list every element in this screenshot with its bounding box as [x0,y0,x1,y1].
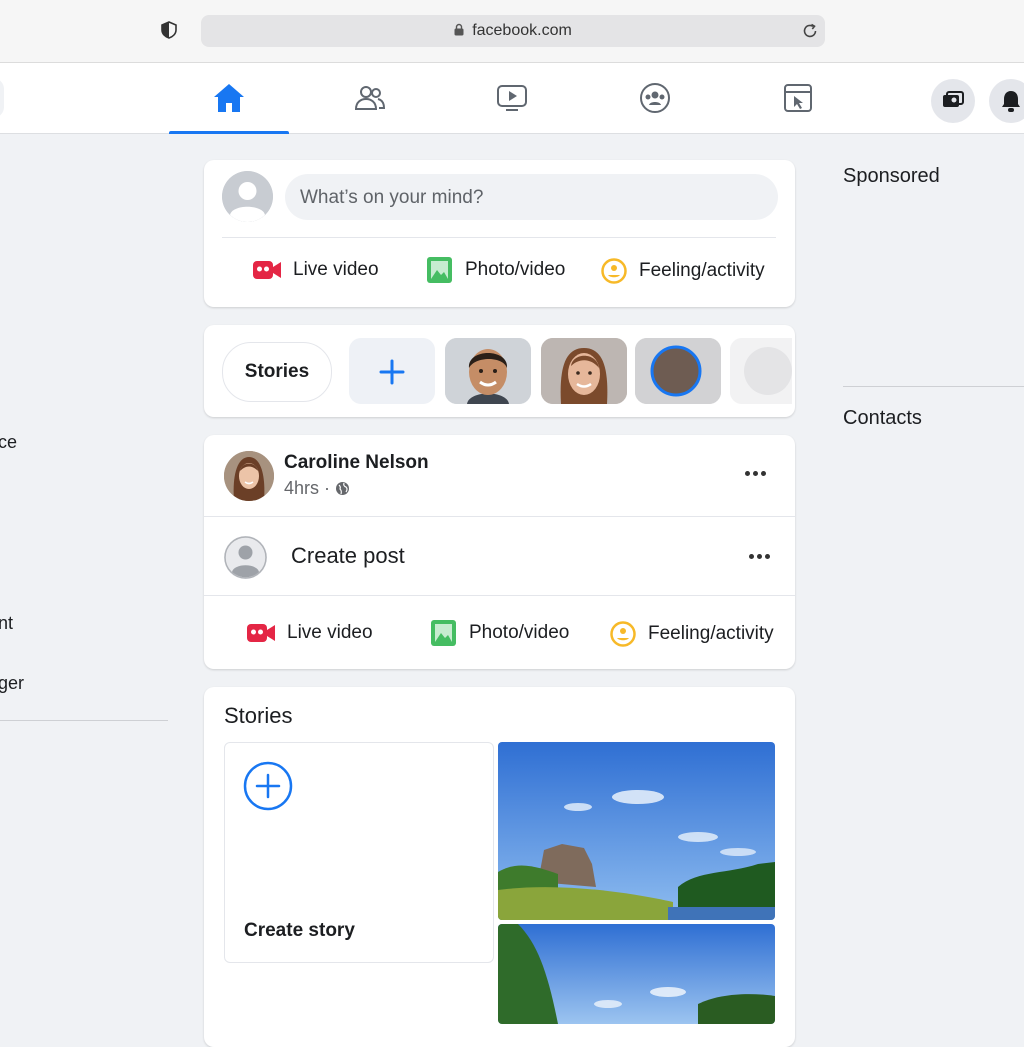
notifications-icon [1002,91,1020,112]
live-video-label: Live video [287,622,373,643]
photo-video-label: Photo/video [469,622,570,643]
post-author-name[interactable]: Caroline Nelson [284,452,429,474]
groups-icon [640,83,670,113]
messenger-button[interactable] [931,79,975,123]
friends-icon [354,86,386,110]
live-video-icon [253,261,281,279]
home-icon [214,84,244,112]
stories-section-title: Stories [224,703,293,728]
composer-input[interactable]: What’s on your mind? [285,174,778,220]
tab-groups[interactable] [595,63,715,133]
feeling-activity-label: Feeling/activity [639,260,765,281]
tab-home[interactable] [169,63,289,134]
url-text: facebook.com [472,22,572,39]
video-icon [497,85,527,111]
story-thumbnail[interactable] [635,338,721,404]
add-story-button[interactable] [349,338,435,404]
sidebar-item-partial[interactable]: ger [0,673,24,694]
story-thumbnail[interactable] [445,338,531,404]
photo-video-label: Photo/video [465,259,566,280]
address-bar[interactable]: facebook.com [201,15,825,47]
right-divider [843,386,1024,387]
lock-icon [454,23,464,36]
search-field-partial[interactable] [0,78,4,118]
gaming-icon [784,84,812,112]
tab-watch[interactable] [452,63,572,133]
stories-button[interactable]: Stories [222,342,332,402]
user-avatar[interactable] [222,171,273,222]
post-live-video-button[interactable]: Live video [247,622,373,644]
story-photo[interactable] [498,742,775,920]
composer-placeholder: What’s on your mind? [300,187,484,208]
globe-icon [336,482,350,495]
story-thumbnail-partial[interactable] [730,338,792,404]
story-avatar-ring [635,338,721,404]
feeling-icon [610,621,636,647]
sidebar-item-partial[interactable]: ce [0,432,17,453]
post-divider [204,516,795,517]
add-circle-icon [243,761,293,811]
create-story-label: Create story [244,920,355,941]
reload-icon[interactable] [801,22,819,40]
composer-divider [222,237,776,238]
post-options-button[interactable] [745,471,766,476]
browser-toolbar: facebook.com [0,0,1024,63]
landscape-image [498,742,775,920]
plus-icon [379,359,405,385]
tab-friends[interactable] [310,63,430,133]
post-divider [204,595,795,596]
post-meta: 4hrs · [284,478,350,499]
photo-icon [427,257,452,283]
author-photo [224,451,274,501]
feeling-icon [601,258,627,284]
tab-gaming[interactable] [738,63,858,133]
sponsored-heading: Sponsored [843,165,940,187]
sidebar-item-partial[interactable]: nt [0,613,13,634]
post-feeling-activity-button[interactable]: Feeling/activity [610,621,774,647]
landscape-image [498,924,775,1024]
post-photo-video-button[interactable]: Photo/video [430,619,569,647]
story-thumbnail[interactable] [541,338,627,404]
feeling-activity-label: Feeling/activity [648,623,774,644]
messenger-icon [943,91,964,107]
contacts-heading: Contacts [843,407,922,429]
sidebar-divider [0,720,168,721]
feeling-activity-button[interactable]: Feeling/activity [601,258,765,284]
photo-video-button[interactable]: Photo/video [426,256,565,284]
default-avatar-icon [222,171,273,222]
create-post-avatar[interactable] [224,536,267,579]
live-video-icon [247,624,275,642]
stories-button-label: Stories [244,361,310,382]
notifications-button[interactable] [989,79,1024,123]
top-navigation [0,63,1024,134]
story-avatar-partial [730,338,792,404]
story-person-image [541,338,627,404]
default-avatar-icon [224,536,267,579]
post-time[interactable]: 4hrs · [284,478,330,499]
create-story-card[interactable]: Create story [224,742,494,963]
author-avatar[interactable] [224,451,274,501]
story-person-image [445,338,531,404]
photo-icon [431,620,456,646]
create-post-options-button[interactable] [749,554,770,559]
privacy-shield-icon[interactable] [160,21,178,39]
live-video-label: Live video [293,259,379,280]
story-photo[interactable] [498,924,775,1024]
create-post-button[interactable]: Create post [291,543,405,569]
live-video-button[interactable]: Live video [253,259,379,281]
